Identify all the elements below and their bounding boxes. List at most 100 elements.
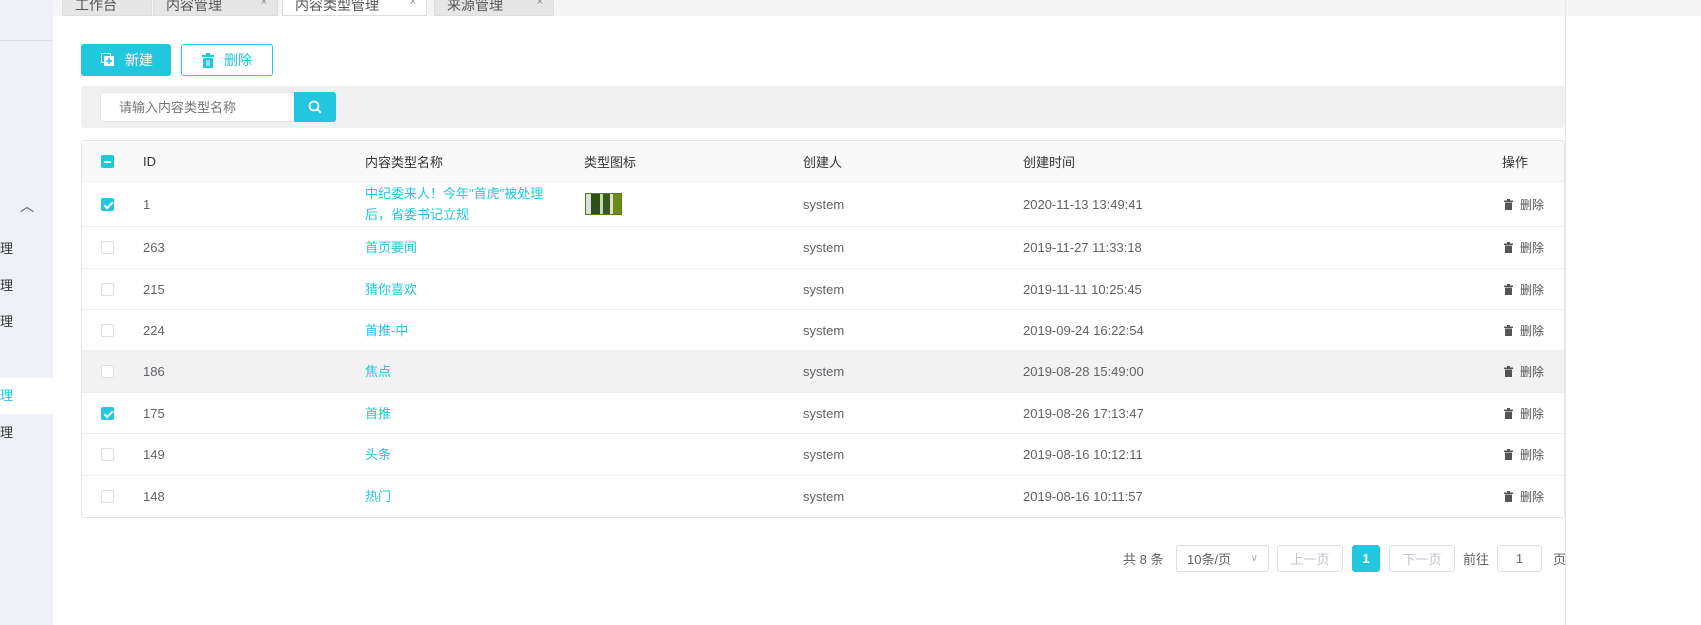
table-row: 149 头条 system 2019-08-16 10:12:11 删除: [82, 434, 1564, 476]
row-time: 2019-09-24 16:22:54: [1023, 322, 1144, 338]
close-icon[interactable]: ×: [537, 0, 543, 8]
search-bar: [81, 86, 1565, 128]
delete-label: 删除: [1519, 241, 1544, 255]
new-button[interactable]: 新建: [81, 44, 171, 76]
row-creator: system: [803, 240, 845, 255]
row-id: 224: [143, 322, 165, 338]
page-1-button[interactable]: 1: [1352, 545, 1380, 572]
row-delete-button[interactable]: 删除: [1503, 196, 1544, 213]
row-delete-button[interactable]: 删除: [1503, 322, 1544, 339]
trash-icon: [1503, 283, 1513, 295]
delete-label: 删除: [1519, 365, 1544, 379]
table-row: 175 首推 system 2019-08-26 17:13:47 删除: [82, 393, 1564, 434]
type-name-link[interactable]: 中纪委来人！今年"首虎"被处理 后，省委书记立规: [365, 183, 543, 225]
table-row: 148 热门 system 2019-08-16 10:11:57 删除: [82, 476, 1564, 517]
row-creator: system: [803, 322, 845, 338]
table-row: 215 猜你喜欢 system 2019-11-11 10:25:45 删除: [82, 269, 1564, 310]
delete-label: 删除: [1519, 490, 1544, 504]
close-icon[interactable]: ×: [410, 0, 416, 8]
row-id: 186: [143, 364, 165, 379]
search-icon: [308, 100, 322, 114]
type-icon-image: [585, 193, 622, 215]
header-icon: 类型图标: [584, 154, 637, 170]
row-checkbox[interactable]: [101, 365, 114, 378]
page-size-select[interactable]: 10条/页 ∨: [1176, 545, 1269, 572]
trash-icon: [1503, 198, 1513, 210]
row-time: 2019-08-16 10:11:57: [1023, 489, 1143, 504]
tab[interactable]: 内容管理 ×: [153, 0, 278, 16]
chevron-up-icon[interactable]: ︿: [20, 196, 34, 216]
sidebar-item[interactable]: 管理: [0, 231, 53, 267]
tab[interactable]: 来源管理 ×: [434, 0, 554, 16]
new-label: 新建: [125, 52, 153, 68]
row-time: 2019-11-11 10:25:45: [1023, 281, 1142, 297]
search-button[interactable]: [294, 92, 336, 122]
row-delete-button[interactable]: 删除: [1503, 281, 1544, 298]
row-time: 2019-08-28 15:49:00: [1023, 364, 1144, 379]
table-row: 1 中纪委来人！今年"首虎"被处理 后，省委书记立规 system 2020-11-13…: [82, 182, 1564, 227]
row-id: 175: [143, 405, 165, 421]
sidebar-item[interactable]: 管理: [0, 415, 53, 451]
delete-label: 删除: [1519, 197, 1544, 212]
delete-label: 删除: [1519, 282, 1544, 297]
row-id: 149: [143, 447, 165, 462]
goto-label: 前往: [1463, 552, 1490, 567]
row-time: 2019-08-16 10:12:11: [1023, 447, 1143, 462]
row-creator: system: [803, 364, 845, 379]
page-size-value: 10条/页: [1187, 552, 1232, 567]
trash-icon: [1503, 324, 1513, 336]
trash-icon: [1503, 242, 1513, 253]
row-checkbox[interactable]: [101, 197, 114, 211]
table-row: 224 首推-中 system 2019-09-24 16:22:54 删除: [82, 310, 1564, 351]
row-creator: system: [803, 489, 845, 504]
type-name-link[interactable]: 首推-中: [365, 320, 408, 341]
delete-label: 删除: [1519, 323, 1544, 338]
type-name-link[interactable]: 猜你喜欢: [365, 279, 417, 300]
type-name-link[interactable]: 头条: [365, 444, 391, 465]
row-delete-button[interactable]: 删除: [1503, 363, 1544, 380]
header-id: ID: [143, 153, 156, 169]
row-checkbox[interactable]: [101, 490, 114, 503]
tab[interactable]: 工作台: [62, 0, 152, 16]
row-creator: system: [803, 196, 845, 212]
content-type-table: ID 内容类型名称 类型图标 创建人 创建时间 操作 1 中纪委来人！今年"首虎"…: [81, 140, 1565, 518]
row-creator: system: [803, 447, 845, 462]
row-checkbox[interactable]: [101, 282, 114, 296]
header-name: 内容类型名称: [365, 154, 444, 170]
goto-page-input[interactable]: 1: [1497, 545, 1542, 572]
header-time: 创建时间: [1023, 154, 1076, 170]
type-name-link[interactable]: 首推: [365, 403, 391, 424]
tab[interactable]: 内容类型管理 ×: [282, 0, 427, 16]
row-delete-button[interactable]: 删除: [1503, 239, 1544, 256]
next-page-button[interactable]: 下一页: [1389, 545, 1455, 572]
sidebar: ︿ 管理管理管理管理管理: [0, 0, 53, 625]
tab-label: 内容类型管理: [295, 0, 379, 13]
type-name-link[interactable]: 首页要闻: [365, 237, 417, 258]
tab-label: 工作台: [75, 0, 117, 13]
select-all-checkbox[interactable]: [101, 154, 114, 168]
row-checkbox[interactable]: [101, 448, 114, 461]
row-id: 148: [143, 489, 165, 504]
row-delete-button[interactable]: 删除: [1503, 405, 1544, 422]
row-delete-button[interactable]: 删除: [1503, 446, 1544, 463]
tab-bar: 工作台 内容管理 × 内容类型管理 × 来源管理 ×: [53, 0, 1701, 16]
sidebar-item[interactable]: 管理: [0, 378, 53, 414]
trash-icon: [1503, 366, 1513, 377]
row-delete-button[interactable]: 删除: [1503, 488, 1544, 505]
sidebar-item[interactable]: 管理: [0, 304, 53, 340]
chevron-down-icon: ∨: [1250, 553, 1258, 564]
sidebar-item[interactable]: 管理: [0, 268, 53, 304]
prev-page-button[interactable]: 上一页: [1277, 545, 1343, 572]
type-name-link[interactable]: 热门: [365, 486, 391, 507]
row-checkbox[interactable]: [101, 241, 114, 254]
table-row: 263 首页要闻 system 2019-11-27 11:33:18 删除: [82, 227, 1564, 269]
row-creator: system: [803, 405, 845, 421]
row-checkbox[interactable]: [101, 406, 114, 420]
trash-icon: [1503, 449, 1513, 460]
row-checkbox[interactable]: [101, 323, 114, 337]
delete-button[interactable]: 删除: [181, 44, 273, 76]
type-name-link[interactable]: 焦点: [365, 361, 391, 382]
delete-label: 删除: [224, 52, 252, 68]
search-input[interactable]: [100, 92, 295, 122]
close-icon[interactable]: ×: [261, 0, 267, 8]
